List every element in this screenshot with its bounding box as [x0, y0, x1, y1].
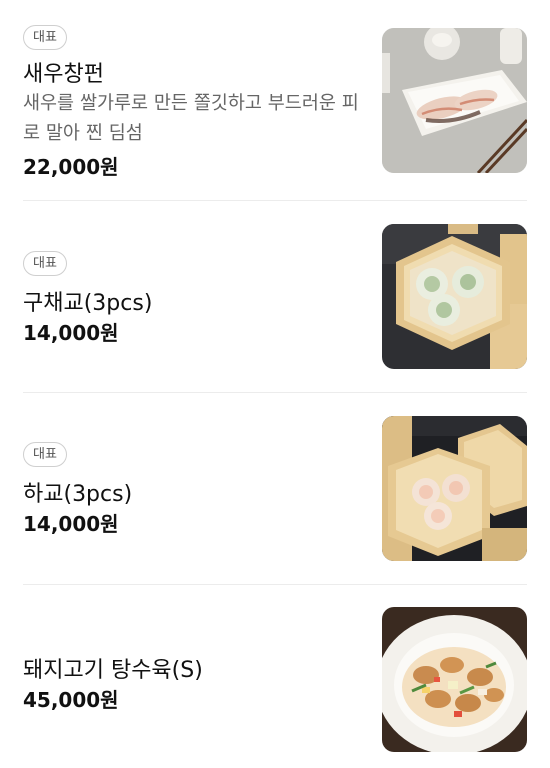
menu-item-sweet-sour-pork[interactable]: 돼지고기 탕수육(S) 45,000원	[0, 585, 550, 761]
har-gow-steamer-photo	[382, 416, 527, 561]
menu-item-chive-dumpling[interactable]: 대표 구채교(3pcs) 14,000원	[0, 201, 550, 377]
menu-item-name: 새우창펀	[23, 62, 104, 87]
menu-item-photo[interactable]	[382, 607, 527, 752]
sweet-sour-pork-photo	[382, 607, 527, 752]
menu-item-name: 돼지고기 탕수육(S)	[23, 658, 203, 683]
menu-item-description: 새우를 쌀가루로 만든 쫄깃하고 부드러운 피로 말아 찐 딤섬	[23, 93, 359, 144]
menu-item-photo[interactable]	[382, 416, 527, 561]
menu-item-photo[interactable]	[382, 28, 527, 173]
menu-item-name: 하교(3pcs)	[23, 482, 133, 507]
menu-item-price: 14,000원	[23, 321, 119, 345]
menu-item-price: 14,000원	[23, 512, 119, 536]
menu-item-price: 45,000원	[23, 688, 119, 712]
signature-badge: 대표	[23, 25, 67, 50]
shrimp-rice-roll-photo	[382, 28, 527, 173]
signature-badge: 대표	[23, 442, 67, 467]
chive-dumpling-steamer-photo	[382, 224, 527, 369]
menu-item-har-gow[interactable]: 대표 하교(3pcs) 14,000원	[0, 393, 550, 569]
menu-list: 대표 새우창펀 새우를 쌀가루로 만든 쫄깃하고 부드러운 피로 말아 찐 딤섬…	[0, 0, 550, 768]
menu-item-shrimp-rice-roll[interactable]: 대표 새우창펀 새우를 쌀가루로 만든 쫄깃하고 부드러운 피로 말아 찐 딤섬…	[0, 0, 550, 179]
signature-badge: 대표	[23, 251, 67, 276]
menu-item-photo[interactable]	[382, 224, 527, 369]
menu-item-name: 구채교(3pcs)	[23, 291, 153, 316]
menu-item-price: 22,000원	[23, 155, 119, 179]
